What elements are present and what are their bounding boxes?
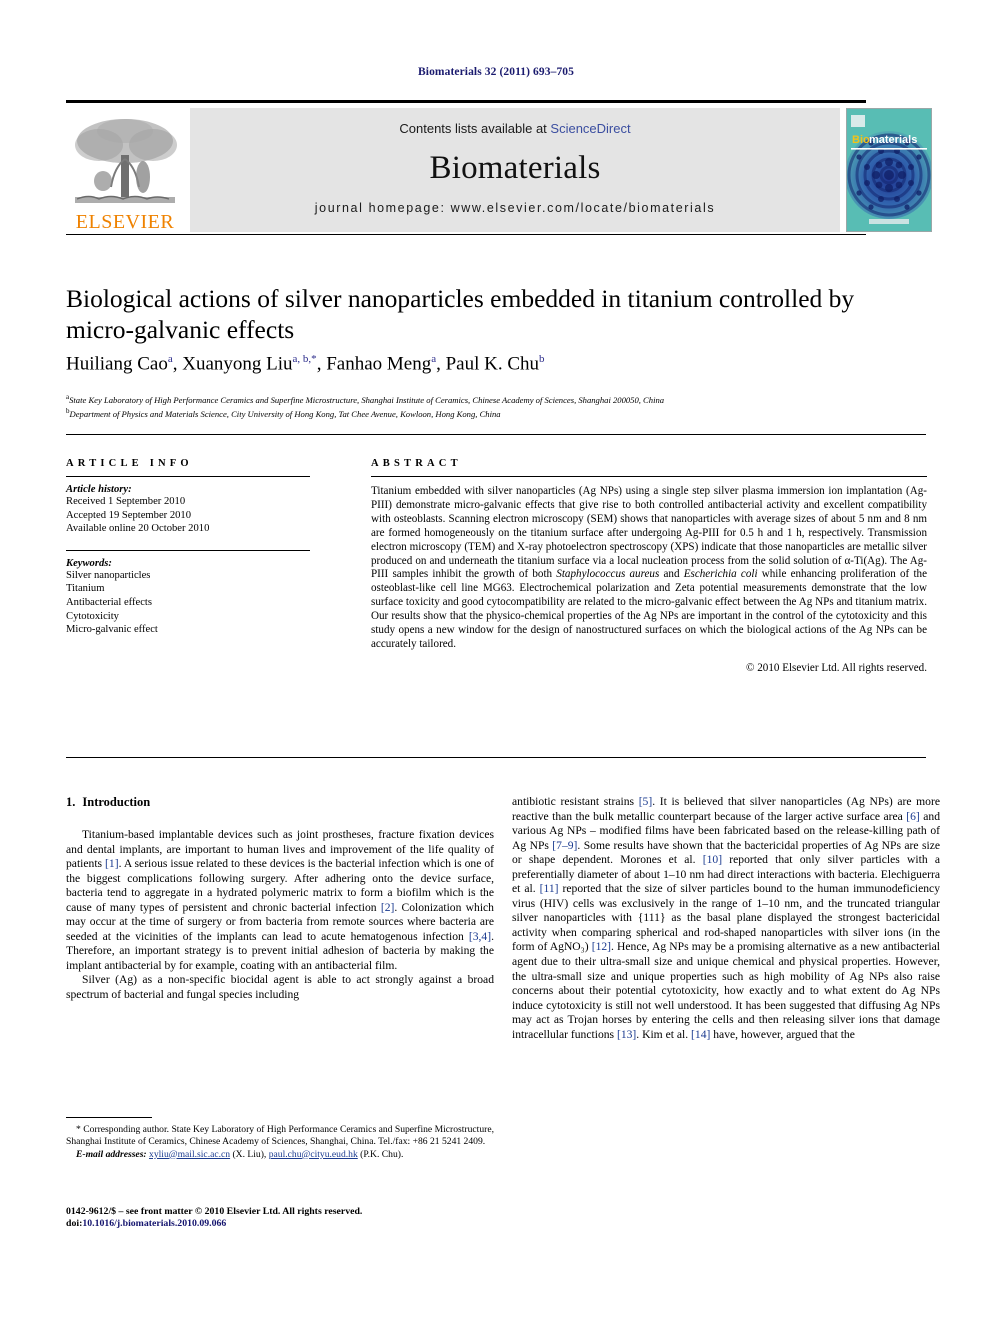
journal-homepage-link[interactable]: journal homepage: www.elsevier.com/locat… (315, 201, 715, 215)
footnote-line: * Corresponding author. State Key Labora… (66, 1124, 494, 1148)
keywords-rule (66, 549, 310, 551)
elsevier-logo[interactable]: ELSEVIER (66, 108, 184, 232)
keyword-item: Silver nanoparticles (66, 569, 151, 581)
email-label: E-mail addresses: (76, 1148, 147, 1160)
paragraph-text: have, however, argued that the (710, 1027, 855, 1041)
keyword-item: Micro-galvanic effect (66, 624, 158, 636)
paragraph-text: . Hence, Ag NPs may be a promising alter… (512, 940, 940, 1041)
article-info-rule (66, 476, 310, 477)
citation-reference[interactable]: [6] (906, 810, 920, 823)
header-separator-rule (66, 434, 926, 435)
keyword-item: Cytotoxicity (66, 610, 119, 622)
author-affil-mark: a (431, 353, 437, 365)
paragraph: Silver (Ag) as a non-specific biocidal a… (66, 973, 494, 1002)
abstract-part: and (659, 568, 684, 581)
paragraph-text: Silver (Ag) as a non-specific biocidal a… (66, 973, 494, 1002)
doi-label: doi: (66, 1218, 83, 1230)
doi-line: doi:10.1016/j.biomaterials.2010.09.066 (66, 1218, 526, 1230)
email-owner: (P.K. Chu). (360, 1148, 404, 1160)
masthead-top-rule (66, 100, 866, 103)
author-name: Fanhao Meng (326, 353, 432, 375)
citation-reference[interactable]: [2] (381, 901, 395, 914)
abstract-part: while enhancing proliferation of the ost… (371, 568, 928, 650)
paragraph: antibiotic resistant strains [5]. It is … (512, 795, 940, 1042)
abstract-heading: ABSTRACT (371, 458, 462, 469)
article-history-label: Article history: (66, 484, 132, 495)
masthead-panel: Contents lists available at ScienceDirec… (190, 108, 840, 232)
body-column-left: 1. Introduction Titanium-based implantabl… (66, 795, 494, 1003)
author-affil-mark: b (539, 353, 545, 365)
abstract-rule (371, 476, 927, 477)
paragraph: Titanium-based implantable devices such … (66, 828, 494, 973)
keyword-item: Titanium (66, 583, 105, 595)
keyword-item: Antibacterial effects (66, 596, 152, 608)
keywords-label: Keywords: (66, 557, 112, 569)
author-name: Xuanyong Liu (182, 353, 293, 375)
email-link-liu[interactable]: xyliu@mail.sic.ac.cn (149, 1149, 230, 1160)
citation-reference[interactable]: [13] (617, 1028, 636, 1041)
citation-reference[interactable]: [12] (592, 940, 611, 953)
article-info-heading: ARTICLE INFO (66, 458, 193, 469)
body-column-right: antibiotic resistant strains [5]. It is … (512, 795, 940, 1042)
elsevier-wordmark: ELSEVIER (75, 211, 175, 233)
masthead: ELSEVIER Contents lists available at Sci… (66, 104, 932, 232)
citation-reference[interactable]: [1] (105, 857, 119, 870)
citation-reference[interactable]: [5] (639, 795, 653, 808)
sciencedirect-link[interactable]: ScienceDirect (550, 121, 630, 136)
abstract-species-2: Escherichia coli (683, 568, 758, 581)
abstract-species-1: Staphylococcus aureus (556, 568, 660, 581)
doi-value[interactable]: 10.1016/j.biomaterials.2010.09.066 (82, 1218, 226, 1229)
abstract-copyright: © 2010 Elsevier Ltd. All rights reserved… (746, 661, 927, 674)
article-info-column: ARTICLE INFO Article history: Received 1… (66, 458, 310, 637)
abstract-part: Titanium embedded with silver nanopartic… (371, 485, 927, 581)
footnote-rule (66, 1117, 152, 1118)
citation-reference[interactable]: [10] (703, 853, 722, 866)
running-head: Biomaterials 32 (2011) 693–705 (418, 66, 574, 78)
affiliation-item: aState Key Laboratory of High Performanc… (66, 392, 926, 406)
abstract-column: ABSTRACT Titanium embedded with silver n… (371, 458, 927, 674)
section-number: 1. (66, 795, 76, 809)
svg-text:Bio: Bio (852, 134, 870, 146)
author-list: Huiliang Caoa, Xuanyong Liua, b,*, Fanha… (66, 353, 545, 375)
page-title: Biological actions of silver nanoparticl… (66, 284, 855, 344)
masthead-bottom-rule (66, 234, 866, 235)
front-matter-line: 0142-9612/$ – see front matter © 2010 El… (66, 1206, 363, 1217)
colophon: 0142-9612/$ – see front matter © 2010 El… (66, 1206, 526, 1231)
contents-lists-line: Contents lists available at ScienceDirec… (399, 121, 630, 136)
author-affil-mark: a (167, 353, 173, 365)
abstract-text: Titanium embedded with silver nanopartic… (371, 485, 927, 652)
citation-reference[interactable]: [3,4] (469, 930, 491, 943)
author-name: Huiliang Cao (66, 353, 168, 375)
journal-cover-thumbnail[interactable]: Bio materials (846, 108, 932, 232)
citation-reference[interactable]: [7–9] (552, 839, 577, 852)
section-title: Introduction (82, 795, 151, 809)
section-heading: 1. Introduction (66, 795, 494, 810)
paper-page: Biomaterials 32 (2011) 693–705 ELSEVIER … (0, 0, 992, 1323)
affiliation-list: aState Key Laboratory of High Performanc… (66, 392, 926, 421)
author-name: Paul K. Chu (445, 353, 540, 375)
article-history-item: Received 1 September 2010 (66, 496, 186, 507)
paragraph-text: antibiotic resistant strains (512, 795, 639, 808)
abstract-bottom-rule (66, 757, 926, 758)
footnote-emails: E-mail addresses: xyliu@mail.sic.ac.cn (… (66, 1149, 494, 1161)
svg-text:materials: materials (869, 134, 917, 146)
author-affil-mark: a, b,* (292, 353, 317, 365)
affiliation-text: Department of Physics and Materials Scie… (69, 409, 501, 420)
affiliation-text: State Key Laboratory of High Performance… (69, 394, 665, 405)
citation-reference[interactable]: [14] (691, 1028, 710, 1041)
journal-title: Biomaterials (429, 150, 601, 186)
article-history-item: Available online 20 October 2010 (66, 523, 210, 535)
contents-prefix: Contents lists available at (399, 121, 551, 136)
elsevier-tree-icon (73, 115, 177, 211)
email-link-chu[interactable]: paul.chu@cityu.eud.hk (269, 1149, 358, 1160)
article-history-item: Accepted 19 September 2010 (66, 509, 192, 521)
citation-reference[interactable]: [11] (540, 882, 559, 895)
affiliation-item: bDepartment of Physics and Materials Sci… (66, 406, 926, 420)
paragraph-text: . Kim et al. (636, 1027, 692, 1041)
corresponding-author-footnote: * Corresponding author. State Key Labora… (66, 1124, 494, 1161)
email-owner: (X. Liu), (232, 1148, 267, 1160)
